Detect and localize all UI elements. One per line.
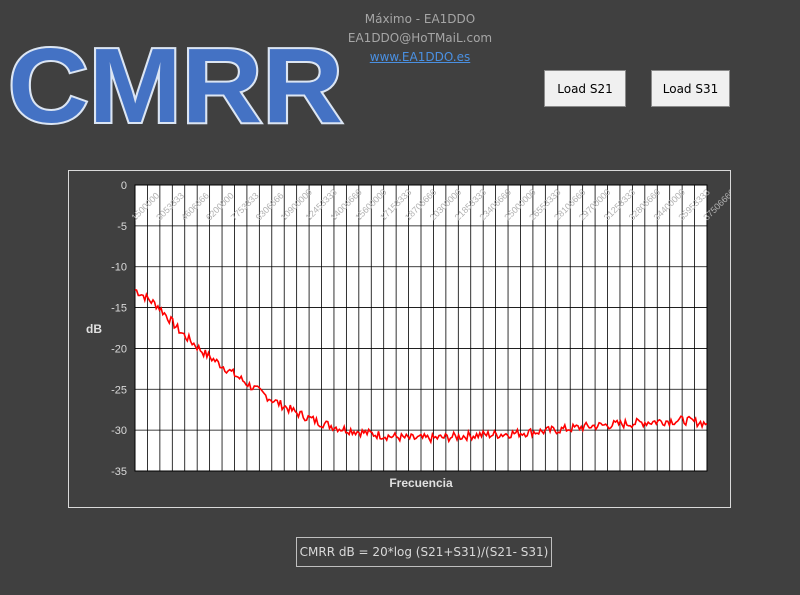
y-tick-label: -30 (111, 425, 127, 437)
y-tick-label: -35 (111, 466, 127, 478)
chart-area: 1500000 3053333 4606666 6200000 7753333 93066… (68, 170, 731, 508)
x-axis-label: Frecuencia (389, 476, 453, 490)
y-tick-label: 0 (121, 180, 127, 192)
credits: Máximo - EA1DDO EA1DDO@HoTMaiL.com www.E… (330, 10, 510, 67)
y-tick-label: -5 (117, 221, 127, 233)
website-link[interactable]: www.EA1DDO.es (330, 48, 510, 67)
y-tick-label: -20 (111, 343, 127, 355)
y-axis-label: dB (86, 322, 102, 336)
load-s31-button[interactable]: Load S31 (651, 70, 730, 107)
formula-box: CMRR dB = 20*log (S21+S31)/(S21- S31) (296, 537, 552, 567)
y-tick-label: -10 (111, 262, 127, 274)
logo-text: CMRR (8, 28, 343, 136)
author-email: EA1DDO@HoTMaiL.com (347, 31, 493, 45)
load-s21-button[interactable]: Load S21 (544, 70, 626, 107)
y-tick-label: -15 (111, 303, 127, 315)
y-tick-label: -25 (111, 384, 127, 396)
cmrr-logo: CMRR (6, 28, 345, 136)
author-name: Máximo - EA1DDO (364, 12, 476, 26)
cmrr-chart: 1500000305333346066666200000775333393066… (86, 180, 730, 490)
